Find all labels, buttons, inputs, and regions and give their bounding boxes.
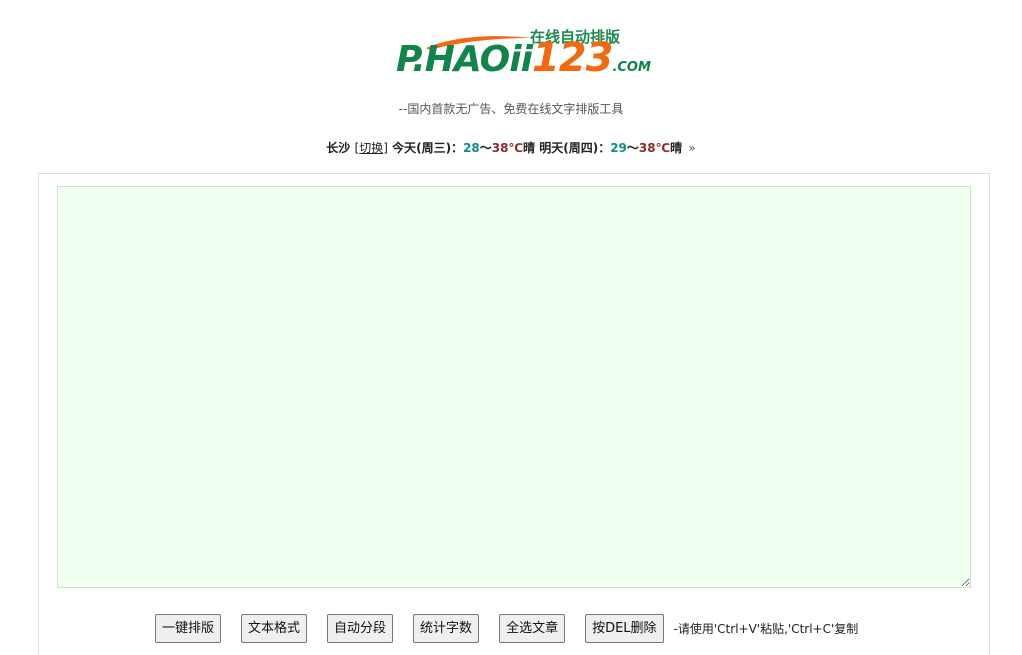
- weather-today-low: 28: [463, 141, 480, 155]
- word-count-button[interactable]: 统计字数: [413, 614, 480, 643]
- editor-panel: 一键排版 文本格式 自动分段 统计字数 全选文章 按DEL删除 -请使用'Ctrl+V'粘贴…: [38, 173, 990, 655]
- city-switch-link[interactable]: 切换: [359, 141, 383, 155]
- weather-city: 长沙: [326, 141, 351, 155]
- site-logo[interactable]: 在线自动排版 P.HAOii123.COM: [396, 26, 651, 80]
- weather-bar: 长沙 [切换] 今天(周三)：28～38℃晴 明天(周四)：29～38℃晴 »: [0, 139, 1022, 156]
- weather-tomorrow-label: 明天(周四)：: [539, 141, 611, 155]
- logo-wordmark: P.HAOii123.COM: [396, 36, 651, 80]
- weather-more-icon[interactable]: »: [688, 141, 695, 155]
- page: 在线自动排版 P.HAOii123.COM --国内首款无广告、免费在线文字排版…: [0, 0, 1022, 655]
- text-editor[interactable]: [57, 186, 971, 588]
- clipboard-hint: -请使用'Ctrl+V'粘贴,'Ctrl+C'复制: [673, 622, 859, 636]
- weather-switch: [切换]: [355, 141, 388, 155]
- auto-format-button[interactable]: 一键排版: [155, 614, 222, 643]
- logo-brand-green: P.HAOii: [396, 39, 533, 80]
- weather-tomorrow-low: 29: [610, 141, 627, 155]
- weather-tomorrow-condition: 晴: [670, 141, 683, 155]
- weather-tomorrow-sep: ～: [626, 141, 639, 155]
- weather-today-high: 38℃: [491, 141, 524, 155]
- text-format-button[interactable]: 文本格式: [241, 614, 308, 643]
- weather-today-label: 今天(周三)：: [392, 141, 464, 155]
- editor-toolbar: 一键排版 文本格式 自动分段 统计字数 全选文章 按DEL删除 -请使用'Ctrl+V'粘贴…: [155, 614, 858, 644]
- weather-today-sep: ～: [479, 141, 492, 155]
- weather-tomorrow-high: 38℃: [638, 141, 671, 155]
- auto-paragraph-button[interactable]: 自动分段: [327, 614, 394, 643]
- select-all-button[interactable]: 全选文章: [499, 614, 566, 643]
- site-subtitle: --国内首款无广告、免费在线文字排版工具: [398, 102, 624, 116]
- logo-brand-orange: 123: [531, 35, 613, 81]
- weather-today-condition: 晴: [523, 141, 536, 155]
- delete-button[interactable]: 按DEL删除: [585, 614, 664, 643]
- logo-brand-suffix: .COM: [612, 60, 651, 75]
- weather-switch-close: ]: [383, 141, 388, 155]
